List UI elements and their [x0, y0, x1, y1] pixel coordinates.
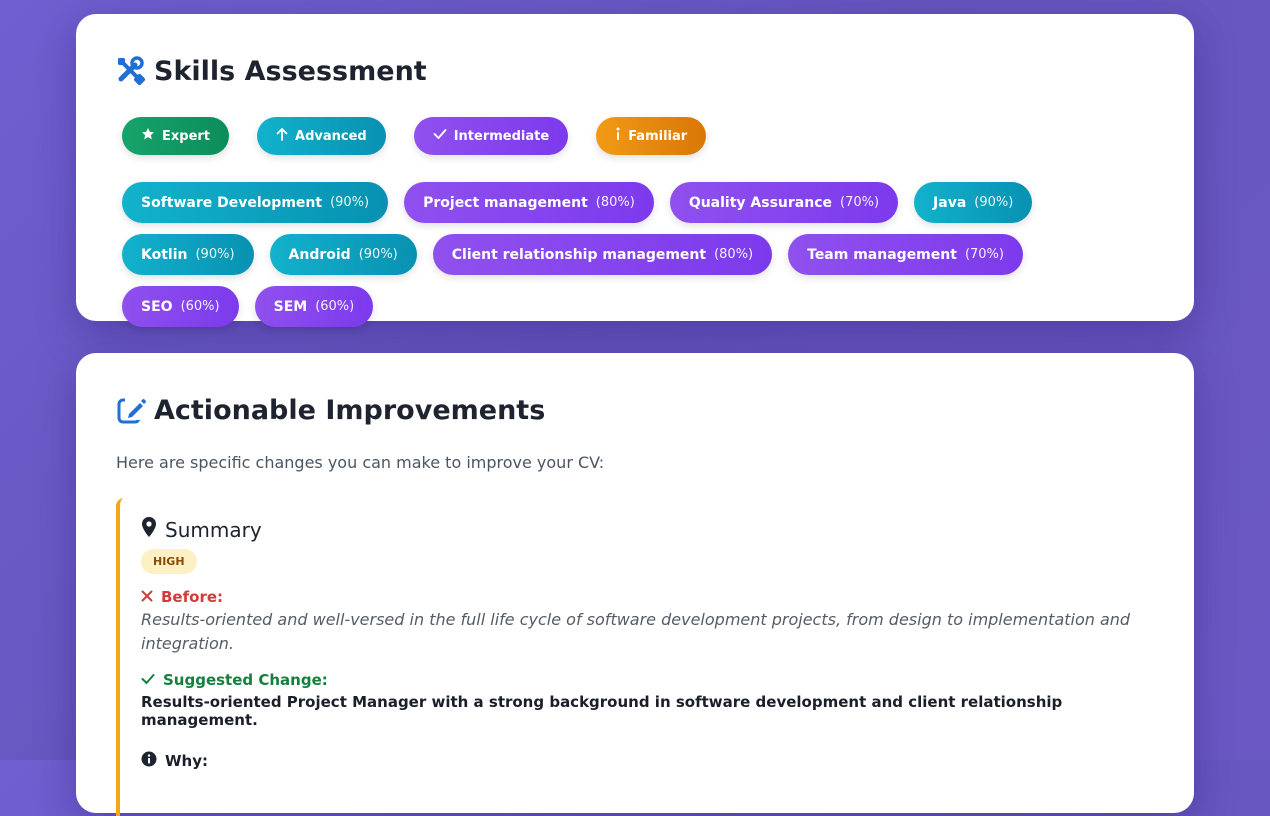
skill-name: Android: [288, 246, 351, 263]
skill-percent: (90%): [195, 247, 235, 262]
improvements-intro: Here are specific changes you can make t…: [116, 453, 605, 472]
close-icon: [141, 588, 153, 606]
skill-percent: (80%): [714, 247, 754, 262]
skills-title-text: Skills Assessment: [154, 55, 427, 87]
legend-familiar: Familiar: [596, 117, 707, 155]
skill-tag: Team management (70%): [788, 234, 1023, 275]
skill-tag: Java (90%): [914, 182, 1033, 223]
legend-advanced: Advanced: [257, 117, 386, 155]
skills-title: Skills Assessment: [116, 54, 1154, 88]
arrow-up-icon: [276, 127, 288, 145]
improvements-title-text: Actionable Improvements: [154, 394, 546, 426]
legend-label: Advanced: [295, 128, 367, 144]
skill-name: Quality Assurance: [688, 194, 832, 211]
skill-percent: (90%): [974, 195, 1014, 210]
skill-name: Java: [933, 194, 967, 211]
why-label-text: Why:: [165, 752, 209, 770]
suggested-change-label: Suggested Change:: [141, 671, 1154, 689]
skill-name: Client relationship management: [451, 246, 707, 263]
before-text: Results-oriented and well-versed in the …: [141, 610, 1131, 653]
suggested-change-label-text: Suggested Change:: [163, 671, 328, 689]
skill-percent: (70%): [964, 247, 1004, 262]
improvement-section-name: Summary: [165, 517, 262, 542]
actionable-improvements-card: Actionable Improvements Here are specifi…: [76, 353, 1194, 816]
skill-tag: Client relationship management (80%): [432, 234, 773, 275]
legend-label: Familiar: [628, 128, 688, 144]
skill-tag: Project management (80%): [404, 182, 654, 223]
skill-name: SEO: [141, 298, 173, 315]
skill-name: Kotlin: [141, 246, 188, 263]
skill-percent: (80%): [595, 195, 635, 210]
check-icon: [141, 671, 155, 689]
skill-name: Team management: [807, 246, 957, 263]
before-label-text: Before:: [161, 588, 224, 606]
map-pin-icon: [141, 516, 157, 543]
skills-list: Software Development (90%) Project manage…: [116, 182, 1122, 327]
skills-assessment-card: Skills Assessment Expert Advanced Interm…: [76, 14, 1194, 327]
legend-intermediate: Intermediate: [413, 117, 569, 155]
improvement-item: Summary HIGH Before: Results-oriented an…: [116, 498, 1154, 816]
skill-tag: SEO (60%): [122, 286, 239, 327]
suggested-change-text: Results-oriented Project Manager with a …: [141, 693, 1063, 729]
skill-percent: (90%): [358, 247, 398, 262]
edit-icon: [116, 395, 147, 425]
improvements-title: Actionable Improvements: [116, 393, 1154, 427]
why-label: Why:: [141, 751, 1154, 771]
skill-percent: (70%): [840, 195, 880, 210]
legend-label: Expert: [162, 128, 211, 144]
tools-icon: [116, 56, 146, 86]
skill-tag: Kotlin (90%): [122, 234, 254, 275]
info-icon: [615, 127, 621, 145]
skill-tag: Quality Assurance (70%): [669, 182, 899, 223]
skill-percent: (90%): [330, 195, 370, 210]
skill-name: Project management: [423, 194, 588, 211]
skill-name: Software Development: [141, 194, 323, 211]
skill-level-legend: Expert Advanced Intermediate Familiar: [116, 117, 1154, 155]
skill-tag: Android (90%): [269, 234, 417, 275]
skill-name: SEM: [273, 298, 308, 315]
priority-badge: HIGH: [141, 549, 197, 574]
info-circle-icon: [141, 751, 157, 771]
skill-tag: Software Development (90%): [122, 182, 389, 223]
legend-expert: Expert: [122, 117, 230, 155]
check-icon: [433, 128, 447, 144]
skill-tag: SEM (60%): [254, 286, 374, 327]
skill-percent: (60%): [315, 299, 355, 314]
skill-percent: (60%): [180, 299, 220, 314]
improvement-section-heading: Summary: [141, 516, 1154, 543]
legend-label: Intermediate: [453, 128, 550, 144]
star-icon: [141, 127, 155, 145]
before-label: Before:: [141, 588, 1154, 606]
